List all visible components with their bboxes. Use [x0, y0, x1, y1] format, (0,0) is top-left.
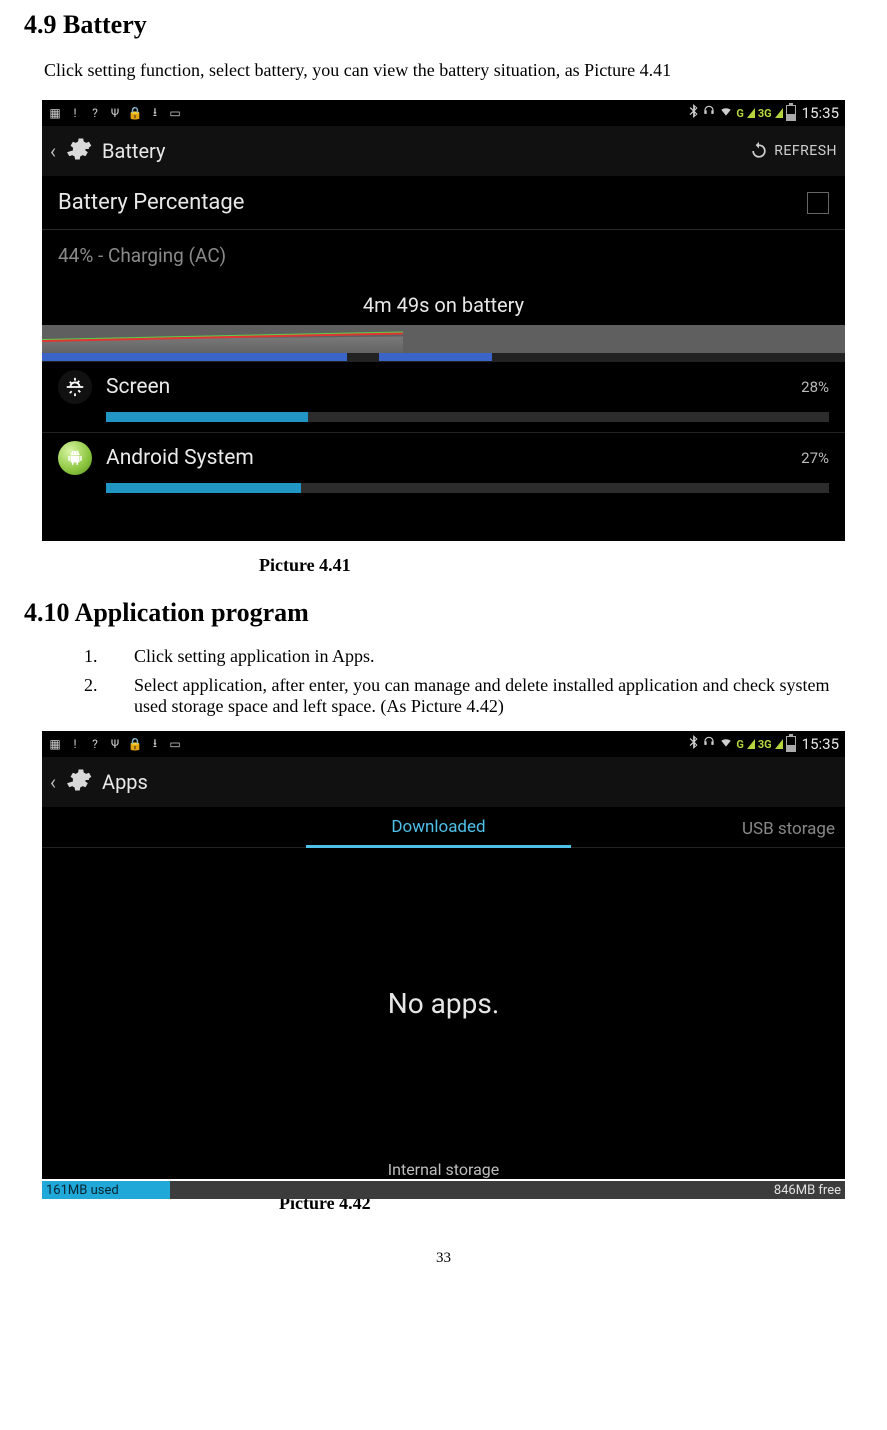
status-bar: ▦ ! ? Ψ 🔒 ⭳ ▭ G 3G 15:35 — [42, 731, 845, 757]
usb-icon: Ψ — [108, 106, 122, 120]
lock-icon: 🔒 — [128, 737, 142, 751]
headphones-icon — [702, 104, 716, 122]
status-g-label: G — [736, 738, 744, 751]
action-bar-title: Apps — [102, 770, 148, 794]
battery-icon — [786, 736, 796, 752]
battery-status-row: 44% - Charging (AC) — [42, 229, 845, 281]
storage-used-text: 161MB used — [42, 1183, 119, 1198]
tab-spacer-left — [42, 839, 306, 847]
settings-gear-icon[interactable] — [64, 766, 92, 798]
usage-screen-name: Screen — [106, 375, 787, 399]
list-item-1: 1. Click setting application in Apps. — [84, 646, 863, 667]
status-bar-left: ▦ ! ? Ψ 🔒 ⭳ ▭ — [48, 106, 182, 120]
battery-graph[interactable]: 4m 49s on battery — [42, 281, 845, 361]
download-icon: ⭳ — [148, 106, 162, 120]
screenshot-battery: ▦ ! ? Ψ 🔒 ⭳ ▭ G 3G 15:35 — [42, 100, 845, 541]
storage-bar: 161MB used 846MB free — [42, 1181, 845, 1199]
battery-graph-area — [42, 325, 845, 353]
status-time: 15:35 — [802, 104, 839, 122]
status-bar-left: ▦ ! ? Ψ 🔒 ⭳ ▭ — [48, 737, 182, 751]
usage-row-screen[interactable]: Screen 28% — [42, 361, 845, 408]
status-3g-label: 3G — [758, 738, 772, 751]
list-item-2: 2. Select application, after enter, you … — [84, 675, 863, 717]
notif-icon: ▦ — [48, 106, 62, 120]
chat-icon: ▭ — [168, 106, 182, 120]
signal-icon — [775, 108, 783, 118]
notif-icon: ! — [68, 737, 82, 751]
status-3g-label: 3G — [758, 107, 772, 120]
status-bar-right: G 3G 15:35 — [689, 104, 839, 122]
list-num-1: 1. — [84, 646, 134, 667]
back-icon[interactable]: ‹ — [50, 139, 56, 163]
lock-icon: 🔒 — [128, 106, 142, 120]
status-time: 15:35 — [802, 735, 839, 753]
settings-gear-icon[interactable] — [64, 135, 92, 167]
list-text-2: Select application, after enter, you can… — [134, 675, 863, 717]
storage-label: Internal storage — [42, 1158, 845, 1181]
battery-icon — [786, 105, 796, 121]
action-bar-title: Battery — [102, 139, 165, 163]
battery-percentage-label: Battery Percentage — [58, 190, 244, 215]
battery-graph-label: 4m 49s on battery — [42, 285, 845, 321]
usage-row-android[interactable]: Android System 27% — [42, 432, 845, 479]
usage-android-bar — [106, 483, 829, 493]
notif-icon: ? — [88, 106, 102, 120]
apps-tabs: Downloaded USB storage — [42, 807, 845, 848]
notif-icon: ? — [88, 737, 102, 751]
chat-icon: ▭ — [168, 737, 182, 751]
action-bar: ‹ Battery REFRESH — [42, 126, 845, 176]
signal-icon — [775, 739, 783, 749]
status-bar-right: G 3G 15:35 — [689, 735, 839, 753]
download-icon: ⭳ — [148, 737, 162, 751]
notif-icon: ▦ — [48, 737, 62, 751]
wifi-icon — [719, 735, 733, 753]
no-apps-message: No apps. — [42, 848, 845, 1158]
back-icon[interactable]: ‹ — [50, 770, 56, 794]
wifi-icon — [719, 104, 733, 122]
usage-android-name: Android System — [106, 446, 787, 470]
usage-screen-pct: 28% — [801, 378, 829, 396]
section-intro-battery: Click setting function, select battery, … — [44, 58, 863, 82]
list-num-2: 2. — [84, 675, 134, 717]
tab-downloaded[interactable]: Downloaded — [306, 817, 570, 848]
bluetooth-icon — [689, 735, 699, 753]
action-bar: ‹ Apps — [42, 757, 845, 807]
headphones-icon — [702, 735, 716, 753]
battery-graph-timeline — [42, 353, 845, 361]
usb-icon: Ψ — [108, 737, 122, 751]
battery-status-text: 44% - Charging (AC) — [58, 244, 226, 267]
status-g-label: G — [736, 107, 744, 120]
list-text-1: Click setting application in Apps. — [134, 646, 863, 667]
bluetooth-icon — [689, 104, 699, 122]
refresh-icon — [749, 141, 769, 161]
signal-icon — [747, 108, 755, 118]
storage-free-text: 846MB free — [774, 1183, 845, 1198]
status-bar: ▦ ! ? Ψ 🔒 ⭳ ▭ G 3G 15:35 — [42, 100, 845, 126]
battery-percentage-row[interactable]: Battery Percentage — [42, 176, 845, 229]
section-heading-apps: 4.10 Application program — [24, 598, 863, 628]
tab-usb-storage[interactable]: USB storage — [571, 819, 845, 847]
notif-icon: ! — [68, 106, 82, 120]
brightness-icon — [58, 370, 92, 404]
refresh-label: REFRESH — [774, 143, 837, 159]
usage-screen-bar — [106, 412, 829, 422]
usage-android-pct: 27% — [801, 449, 829, 467]
battery-percentage-checkbox[interactable] — [807, 192, 829, 214]
android-icon — [58, 441, 92, 475]
refresh-button[interactable]: REFRESH — [749, 141, 837, 161]
section-heading-battery: 4.9 Battery — [24, 10, 863, 40]
screenshot-apps: ▦ ! ? Ψ 🔒 ⭳ ▭ G 3G 15:35 ‹ — [42, 731, 845, 1179]
signal-icon — [747, 739, 755, 749]
caption-441: Picture 4.41 — [24, 555, 863, 576]
page-number: 33 — [24, 1250, 863, 1273]
